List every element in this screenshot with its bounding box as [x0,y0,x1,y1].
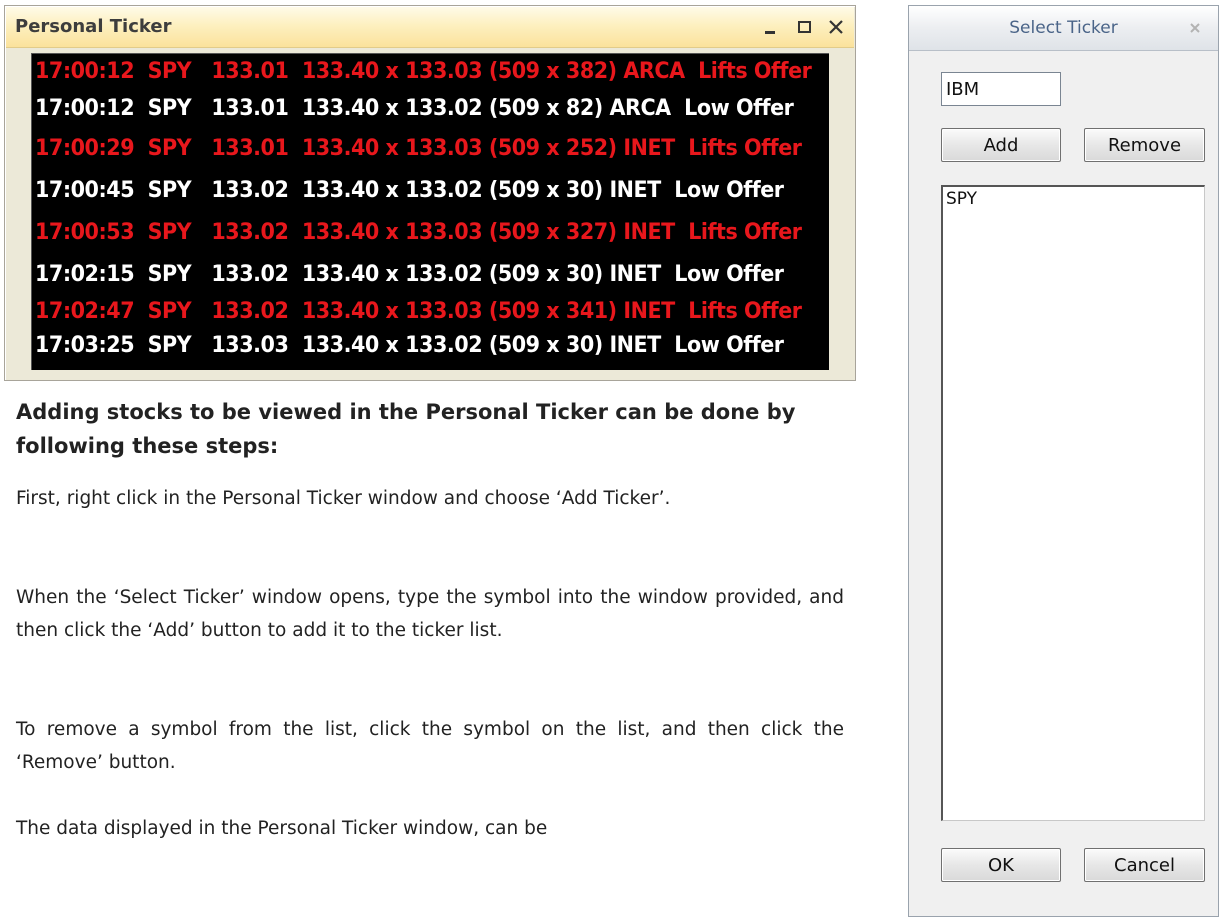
personal-ticker-window: Personal Ticker 17:00:12 SPY 133.01 133.… [4,5,856,381]
close-icon[interactable] [1188,20,1206,38]
ticker-row: 17:00:12 SPY 133.01 133.40 x 133.03 (509… [35,59,812,84]
personal-ticker-title: Personal Ticker [15,16,172,37]
select-ticker-title: Select Ticker [1009,18,1118,38]
instructions-heading: Adding stocks to be viewed in the Person… [16,400,796,458]
select-ticker-titlebar[interactable]: Select Ticker [909,6,1218,51]
list-item[interactable]: SPY [943,187,1204,211]
instruction-paragraph: First, right click in the Personal Ticke… [16,488,671,509]
ticker-list[interactable]: SPY [941,185,1205,821]
ticker-row: 17:02:47 SPY 133.02 133.40 x 133.03 (509… [35,299,802,324]
ticker-row: 17:00:12 SPY 133.01 133.40 x 133.02 (509… [35,96,794,121]
instruction-paragraph: When the ‘Select Ticker’ window opens, t… [16,587,844,641]
cancel-button[interactable]: Cancel [1084,848,1205,882]
ticker-row: 17:00:45 SPY 133.02 133.40 x 133.02 (509… [35,178,784,203]
ticker-row: 17:00:29 SPY 133.01 133.40 x 133.03 (509… [35,136,802,161]
ticker-symbol-input[interactable] [941,72,1061,106]
instruction-paragraph: To remove a symbol from the list, click … [16,719,844,773]
close-icon[interactable] [824,15,848,39]
select-ticker-dialog: Select Ticker Add Remove SPY OK Cancel [908,5,1219,917]
ticker-row: 17:02:15 SPY 133.02 133.40 x 133.02 (509… [35,262,784,287]
ticker-row: 17:00:53 SPY 133.02 133.40 x 133.03 (509… [35,220,802,245]
minimize-icon[interactable] [758,15,782,39]
remove-button[interactable]: Remove [1084,128,1205,162]
instruction-paragraph: The data displayed in the Personal Ticke… [16,818,548,839]
ticker-display[interactable]: 17:00:12 SPY 133.01 133.40 x 133.03 (509… [31,53,829,370]
personal-ticker-titlebar[interactable]: Personal Ticker [6,7,854,48]
ticker-row: 17:03:25 SPY 133.03 133.40 x 133.02 (509… [35,333,784,358]
add-button[interactable]: Add [941,128,1061,162]
maximize-icon[interactable] [792,15,816,39]
ok-button[interactable]: OK [941,848,1061,882]
